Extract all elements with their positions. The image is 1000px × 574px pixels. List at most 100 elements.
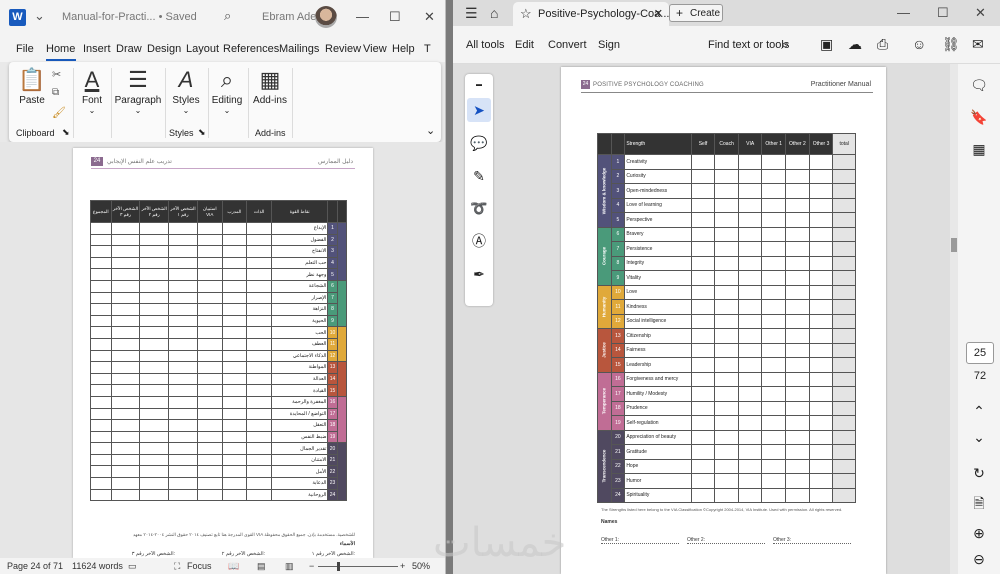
score-cell[interactable] xyxy=(761,415,787,431)
score-cell[interactable] xyxy=(761,168,787,184)
score-cell[interactable] xyxy=(808,444,834,460)
score-cell[interactable] xyxy=(808,241,834,257)
print-icon[interactable]: ⎙ xyxy=(877,36,888,53)
score-cell[interactable] xyxy=(761,400,787,416)
score-cell[interactable] xyxy=(785,342,810,358)
convert-button[interactable]: Convert xyxy=(548,39,587,51)
score-cell[interactable] xyxy=(761,342,787,358)
total-cell[interactable] xyxy=(832,226,856,242)
score-cell[interactable] xyxy=(808,371,834,387)
score-cell[interactable] xyxy=(808,473,834,489)
save-icon[interactable]: ▣ xyxy=(820,36,833,53)
score-cell[interactable] xyxy=(690,241,716,257)
score-cell[interactable] xyxy=(737,444,763,460)
score-cell[interactable] xyxy=(714,386,739,402)
score-cell[interactable] xyxy=(808,255,834,271)
editing-button[interactable]: ⌕ Editing ⌄ xyxy=(209,68,245,116)
add-ins-button[interactable]: ▦ Add-ins xyxy=(252,68,288,107)
score-cell[interactable] xyxy=(808,415,834,431)
score-cell[interactable] xyxy=(785,458,810,474)
score-cell[interactable] xyxy=(737,154,763,170)
dialog-launcher-icon[interactable]: ⬊ xyxy=(198,127,206,138)
score-cell[interactable] xyxy=(737,241,763,257)
score-cell[interactable] xyxy=(761,284,787,300)
total-cell[interactable] xyxy=(832,255,856,271)
zoom-in-icon[interactable]: + xyxy=(400,561,405,571)
score-cell[interactable] xyxy=(785,444,810,460)
link-icon[interactable]: ⛓ xyxy=(942,36,960,53)
score-cell[interactable] xyxy=(714,400,739,416)
score-cell[interactable] xyxy=(808,313,834,329)
score-cell[interactable] xyxy=(737,284,763,300)
menu-design[interactable]: Design xyxy=(147,43,181,55)
menu-view[interactable]: View xyxy=(363,43,387,55)
score-cell[interactable] xyxy=(808,458,834,474)
score-cell[interactable] xyxy=(761,328,787,344)
print-layout-icon[interactable]: ▤ xyxy=(257,561,266,572)
chevron-down-icon[interactable]: ⌄ xyxy=(967,426,991,448)
menu-layout[interactable]: Layout xyxy=(186,43,219,55)
score-cell[interactable] xyxy=(690,487,716,503)
score-cell[interactable] xyxy=(690,458,716,474)
total-cell[interactable] xyxy=(832,168,856,184)
total-cell[interactable] xyxy=(832,371,856,387)
score-cell[interactable] xyxy=(714,212,739,228)
search-icon[interactable]: ⌕ xyxy=(781,36,789,53)
sign-pen-icon[interactable]: ✒ xyxy=(467,262,491,286)
score-cell[interactable] xyxy=(714,197,739,213)
score-cell[interactable] xyxy=(737,270,763,286)
total-cell[interactable] xyxy=(832,473,856,489)
score-cell[interactable] xyxy=(714,458,739,474)
menu-mailings[interactable]: Mailings xyxy=(279,43,319,55)
maximize-icon[interactable]: ☐ xyxy=(937,5,949,21)
menu-review[interactable]: Review xyxy=(325,43,361,55)
score-cell[interactable] xyxy=(785,386,810,402)
score-cell[interactable] xyxy=(714,371,739,387)
score-cell[interactable] xyxy=(808,357,834,373)
score-cell[interactable] xyxy=(761,386,787,402)
menu-help[interactable]: Help xyxy=(392,43,415,55)
score-cell[interactable] xyxy=(714,357,739,373)
copy-icon[interactable]: ⧉ xyxy=(52,87,59,98)
web-layout-icon[interactable]: ▥ xyxy=(285,561,294,572)
page-count[interactable]: Page 24 of 71 xyxy=(7,561,63,571)
score-cell[interactable] xyxy=(785,299,810,315)
score-cell[interactable] xyxy=(808,183,834,199)
score-cell[interactable] xyxy=(714,255,739,271)
score-cell[interactable] xyxy=(714,487,739,503)
document-canvas[interactable]: 24 تدريب علم النفس الإيجابي دليل الممارس… xyxy=(0,142,445,558)
dialog-launcher-icon[interactable]: ⬊ xyxy=(62,127,70,138)
add-comment-icon[interactable]: 💬 xyxy=(467,131,491,155)
total-cell[interactable] xyxy=(832,487,856,503)
score-cell[interactable] xyxy=(761,183,787,199)
score-cell[interactable] xyxy=(737,458,763,474)
sign-button[interactable]: Sign xyxy=(598,39,620,51)
word-logo-icon[interactable]: W xyxy=(9,9,26,26)
read-mode-icon[interactable]: 📖 xyxy=(228,561,239,572)
score-cell[interactable] xyxy=(714,226,739,242)
score-cell[interactable] xyxy=(761,226,787,242)
score-cell[interactable] xyxy=(690,255,716,271)
proofing-icon[interactable]: ▭ xyxy=(128,561,137,572)
score-cell[interactable] xyxy=(737,328,763,344)
score-cell[interactable] xyxy=(785,212,810,228)
score-cell[interactable] xyxy=(714,415,739,431)
score-cell[interactable] xyxy=(737,183,763,199)
close-icon[interactable]: ✕ xyxy=(975,5,986,21)
draw-lasso-icon[interactable]: ➰ xyxy=(467,196,491,220)
total-cell[interactable] xyxy=(832,241,856,257)
score-cell[interactable] xyxy=(761,255,787,271)
score-cell[interactable] xyxy=(690,429,716,445)
zoom-level[interactable]: 50% xyxy=(412,561,430,571)
text-box-icon[interactable]: Ⓐ xyxy=(467,229,491,253)
score-cell[interactable] xyxy=(690,386,716,402)
pdf-canvas[interactable]: ▬ ➤ 💬 ✎ ➰ Ⓐ ✒ 24 POSITIVE PSYCHOLOGY COA… xyxy=(453,64,955,574)
score-cell[interactable] xyxy=(737,371,763,387)
score-cell[interactable] xyxy=(808,400,834,416)
score-cell[interactable] xyxy=(808,328,834,344)
score-cell[interactable] xyxy=(785,313,810,329)
close-tab-icon[interactable]: ✕ xyxy=(654,7,663,20)
score-cell[interactable] xyxy=(785,415,810,431)
score-cell[interactable] xyxy=(808,168,834,184)
score-cell[interactable] xyxy=(737,386,763,402)
